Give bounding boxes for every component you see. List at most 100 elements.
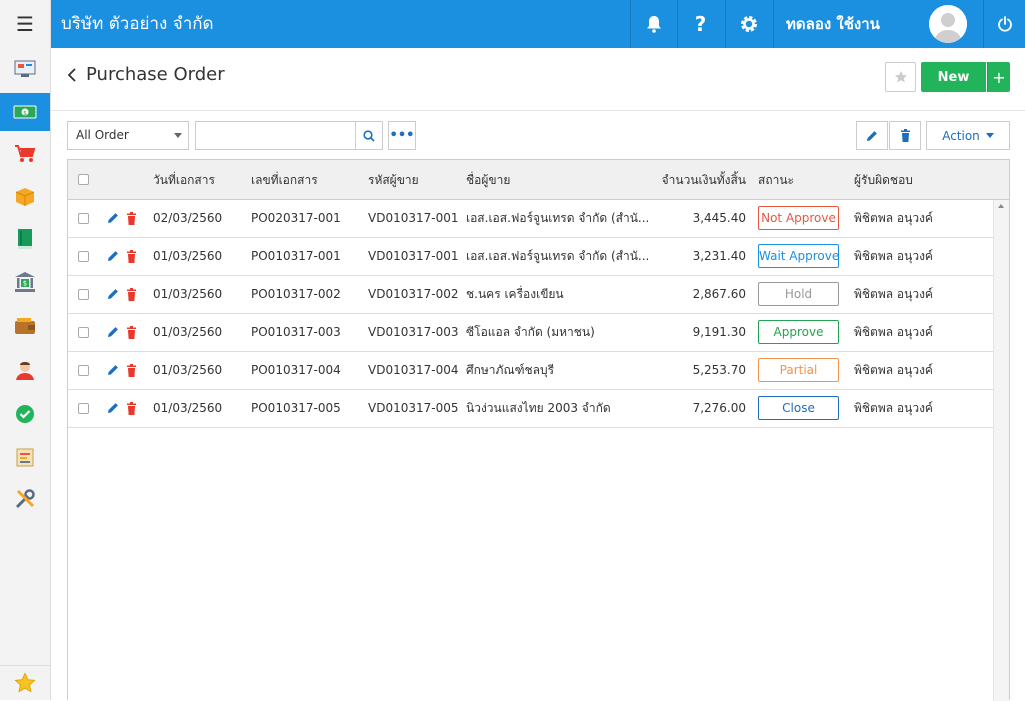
sidebar-item-accounting[interactable] <box>0 220 50 258</box>
row-edit-icon[interactable] <box>107 250 119 265</box>
doc-date: 01/03/2560 <box>153 249 223 263</box>
chevron-up-icon[interactable] <box>998 204 1004 208</box>
sidebar-item-dashboard[interactable] <box>0 50 50 88</box>
column-header[interactable]: เลขที่เอกสาร <box>251 160 318 200</box>
gear-icon[interactable] <box>725 0 771 48</box>
owner-name: พิชิตพล อนุวงค์ <box>854 211 933 225</box>
bell-icon[interactable] <box>630 0 676 48</box>
delete-button[interactable] <box>889 121 921 150</box>
avatar <box>929 5 967 43</box>
vendor-name: ศึกษาภัณฑ์ชลบุรี <box>466 363 555 377</box>
table-row[interactable]: 01/03/2560 PO010317-002 VD010317-002 ช.น… <box>68 276 993 314</box>
report-icon <box>16 448 34 467</box>
row-delete-icon[interactable] <box>126 250 137 266</box>
row-checkbox[interactable] <box>78 213 89 224</box>
row-edit-icon[interactable] <box>107 364 119 379</box>
sidebar-item-report[interactable] <box>0 438 50 476</box>
add-dropdown-button[interactable]: + <box>987 62 1010 92</box>
top-bar: ☰ บริษัท ตัวอย่าง จำกัด ? ทดลอง ใช้งาน <box>0 0 1025 48</box>
sidebar-item-people[interactable] <box>0 351 50 389</box>
row-edit-icon[interactable] <box>107 402 119 417</box>
row-checkbox[interactable] <box>78 403 89 414</box>
title-row: Purchase Order New + <box>51 48 1025 111</box>
doc-date: 01/03/2560 <box>153 325 223 339</box>
row-edit-icon[interactable] <box>107 212 119 227</box>
star-icon <box>14 672 36 693</box>
row-checkbox[interactable] <box>78 327 89 338</box>
status-badge[interactable]: Not Approve <box>758 206 839 230</box>
sidebar-item-bank[interactable]: $ <box>0 263 50 301</box>
order-filter-select[interactable]: All Order <box>67 121 189 150</box>
total-amount: 3,231.40 <box>692 249 746 263</box>
select-all-checkbox[interactable] <box>78 174 89 185</box>
column-header[interactable]: รหัสผู้ขาย <box>368 160 419 200</box>
column-header[interactable]: ผู้รับผิดชอบ <box>854 160 913 200</box>
action-label: Action <box>942 128 980 143</box>
power-icon[interactable] <box>983 0 1025 48</box>
owner-name: พิชิตพล อนุวงค์ <box>854 363 933 377</box>
search-button[interactable] <box>355 121 383 150</box>
dashboard-icon <box>14 60 36 77</box>
row-checkbox[interactable] <box>78 289 89 300</box>
column-header[interactable]: จำนวนเงินทั้งสิ้น <box>658 160 746 200</box>
row-edit-icon[interactable] <box>107 326 119 341</box>
table-row[interactable]: 01/03/2560 PO010317-001 VD010317-001 เอส… <box>68 238 993 276</box>
column-header[interactable]: ชื่อผู้ขาย <box>466 160 510 200</box>
row-edit-icon[interactable] <box>107 288 119 303</box>
search-input[interactable] <box>195 121 356 150</box>
sidebar-item-purchase[interactable] <box>0 135 50 173</box>
people-icon <box>16 362 34 380</box>
table-row[interactable]: 02/03/2560 PO020317-001 VD010317-001 เอส… <box>68 200 993 238</box>
tools-icon <box>15 489 35 509</box>
total-amount: 3,445.40 <box>692 211 746 225</box>
table-row[interactable]: 01/03/2560 PO010317-004 VD010317-004 ศึก… <box>68 352 993 390</box>
sidebar-item-wallet[interactable] <box>0 307 50 345</box>
status-badge[interactable]: Approve <box>758 320 839 344</box>
more-options-button[interactable]: ••• <box>388 121 416 150</box>
vertical-scrollbar[interactable] <box>993 200 1009 701</box>
vendor-code: VD010317-002 <box>368 287 459 301</box>
sidebar-item-inventory[interactable] <box>0 178 50 216</box>
status-badge[interactable]: Close <box>758 396 839 420</box>
row-delete-icon[interactable] <box>126 212 137 228</box>
status-badge[interactable]: Partial <box>758 358 839 382</box>
owner-name: พิชิตพล อนุวงค์ <box>854 325 933 339</box>
status-badge[interactable]: Wait Approve <box>758 244 839 268</box>
sidebar-item-approve[interactable] <box>0 395 50 433</box>
edit-button[interactable] <box>856 121 888 150</box>
back-icon[interactable] <box>67 66 77 87</box>
table-row[interactable]: 01/03/2560 PO010317-003 VD010317-003 ซีโ… <box>68 314 993 352</box>
svg-text:$: $ <box>23 110 27 117</box>
action-dropdown[interactable]: Action <box>926 121 1010 150</box>
column-header[interactable]: สถานะ <box>758 160 794 200</box>
pencil-icon <box>867 130 877 141</box>
user-menu[interactable]: ทดลอง ใช้งาน <box>773 0 983 48</box>
table-row[interactable]: 01/03/2560 PO010317-005 VD010317-005 นิว… <box>68 390 993 428</box>
favorite-button[interactable] <box>885 62 916 92</box>
status-badge[interactable]: Hold <box>758 282 839 306</box>
vendor-code: VD010317-001 <box>368 249 459 263</box>
sidebar-item-settings[interactable] <box>0 480 50 518</box>
vendor-code: VD010317-004 <box>368 363 459 377</box>
row-checkbox[interactable] <box>78 365 89 376</box>
row-delete-icon[interactable] <box>126 288 137 304</box>
column-header[interactable]: วันที่เอกสาร <box>153 160 215 200</box>
doc-number: PO010317-004 <box>251 363 341 377</box>
sidebar-item-money[interactable]: $ <box>0 93 50 131</box>
vendor-name: ช.นคร เครื่องเขียน <box>466 287 564 301</box>
row-delete-icon[interactable] <box>126 402 137 418</box>
row-delete-icon[interactable] <box>126 364 137 380</box>
trash-icon <box>900 129 910 142</box>
svg-text:$: $ <box>23 280 27 288</box>
box-icon <box>15 188 35 206</box>
purchase-order-table: วันที่เอกสาร เลขที่เอกสาร รหัสผู้ขาย ชื่… <box>67 159 1010 701</box>
row-checkbox[interactable] <box>78 251 89 262</box>
vendor-code: VD010317-001 <box>368 211 459 225</box>
vendor-name: นิวง่วนแสงไทย 2003 จำกัด <box>466 401 611 415</box>
row-delete-icon[interactable] <box>126 326 137 342</box>
sidebar-favorite[interactable] <box>0 665 50 700</box>
help-icon[interactable]: ? <box>677 0 723 48</box>
new-button[interactable]: New <box>921 62 986 92</box>
table-header: วันที่เอกสาร เลขที่เอกสาร รหัสผู้ขาย ชื่… <box>68 160 1009 200</box>
hamburger-icon[interactable]: ☰ <box>0 0 51 48</box>
